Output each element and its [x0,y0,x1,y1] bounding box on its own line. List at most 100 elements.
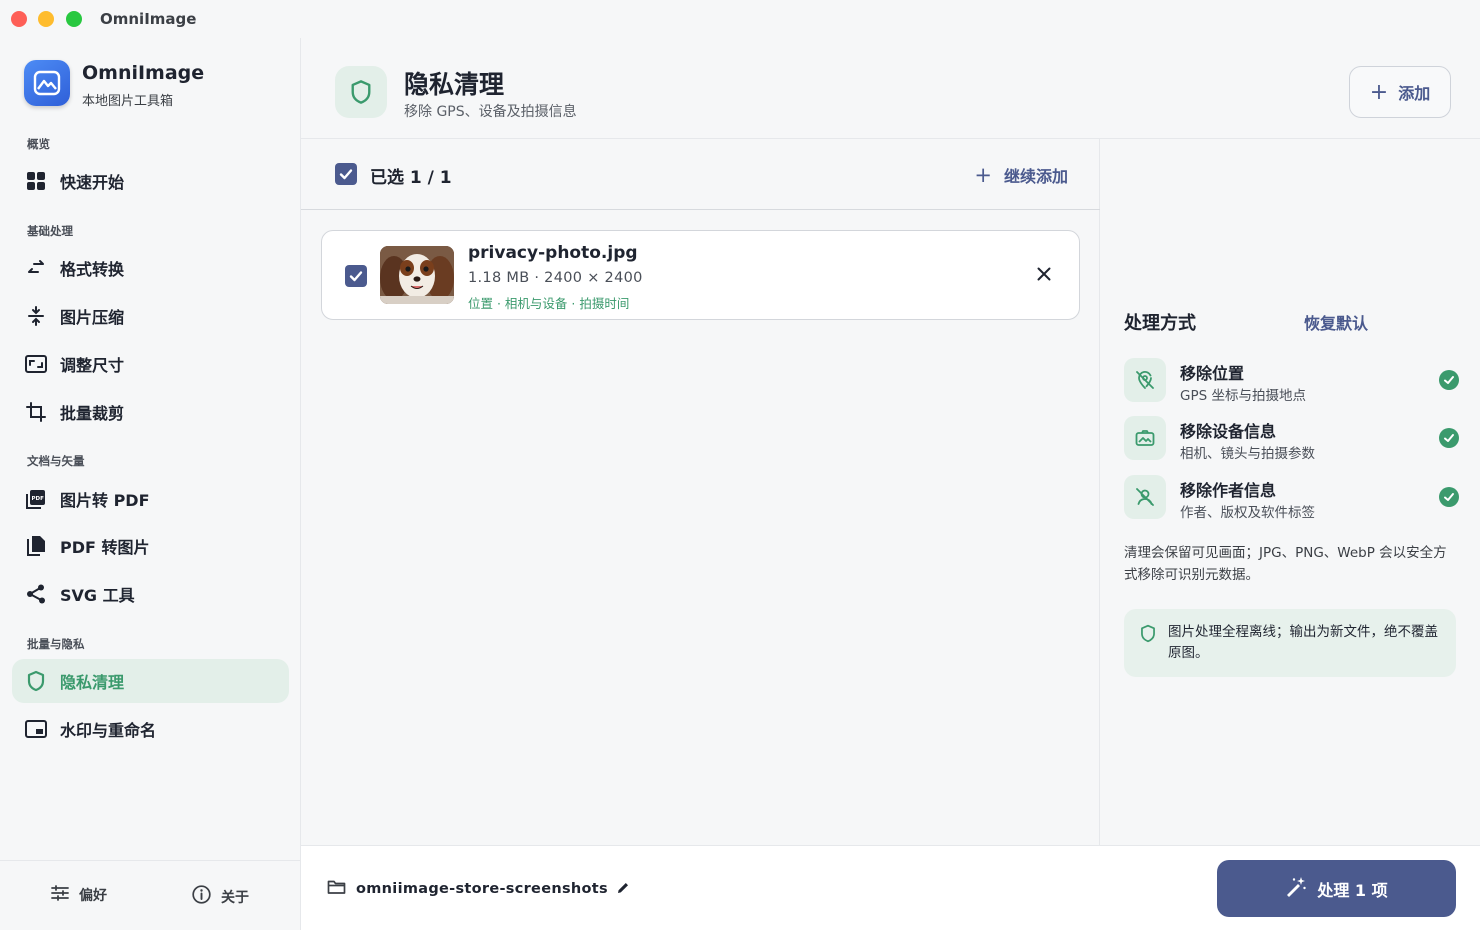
about-label: 关于 [221,889,249,906]
compress-icon [24,304,48,328]
panel-note: 清理会保留可见画面；JPG、PNG、WebP 会以安全方式移除可识别元数据。 [1124,545,1447,583]
option-title: 移除作者信息 [1180,481,1277,500]
file-metadata-tags: 位置 · 相机与设备 · 拍摄时间 [468,296,630,311]
option-description: 作者、版权及软件标签 [1180,505,1315,521]
option-description: 相机、镜头与拍摄参数 [1180,446,1315,462]
sliders-icon [51,885,69,905]
sidebar-item-label: 水印与重命名 [60,721,157,740]
sidebar-footer: 偏好 关于 [0,860,300,930]
add-button-label: 添加 [1398,84,1431,103]
sidebar-item-resize[interactable]: 调整尺寸 [12,342,289,386]
restore-default-button[interactable]: 恢复默认 [1304,310,1368,334]
shield-icon [335,66,387,118]
file-thumbnail [380,246,454,304]
crop-icon [24,400,48,424]
sidebar-item-label: PDF 转图片 [60,538,150,557]
check-circle-icon[interactable] [1439,428,1459,448]
offline-notice: 图片处理全程离线；输出为新文件，绝不覆盖原图。 [1124,609,1456,677]
shield-icon [1139,624,1157,647]
about-button[interactable]: 关于 [192,885,249,908]
check-circle-icon[interactable] [1439,487,1459,507]
option-remove-device[interactable]: 移除设备信息 相机、镜头与拍摄参数 [1124,416,1459,464]
output-folder-name: omniimage-store-screenshots [356,881,608,897]
check-circle-icon[interactable] [1439,370,1459,390]
sidebar-item-batch-crop[interactable]: 批量裁剪 [12,390,289,434]
option-remove-author[interactable]: 移除作者信息 作者、版权及软件标签 [1124,475,1459,523]
minimize-window-button[interactable] [38,11,54,27]
sidebar-item-pdf-to-image[interactable]: PDF 转图片 [12,524,289,568]
folder-icon [327,879,346,899]
share-icon [24,582,48,606]
file-list-area: 已选 1 / 1 + 继续添加 privacy-photo.jpg 1.18 M… [301,139,1100,845]
section-label-basic: 基础处理 [27,224,73,238]
section-label-batch-privacy: 批量与隐私 [27,637,85,651]
resize-icon [24,352,48,376]
list-toolbar: 已选 1 / 1 + 继续添加 [301,139,1100,210]
sidebar-item-label: 图片转 PDF [60,491,150,510]
camera-icon [1124,416,1166,460]
picture-in-picture-icon [24,717,48,741]
sidebar-item-image-to-pdf[interactable]: PDF 图片转 PDF [12,477,289,521]
sidebar-item-label: 图片压缩 [60,308,125,327]
plus-icon: + [1369,79,1389,105]
preferences-button[interactable]: 偏好 [51,885,107,905]
sidebar-item-compress[interactable]: 图片压缩 [12,294,289,338]
location-off-icon [1124,358,1166,402]
file-card[interactable]: privacy-photo.jpg 1.18 MB · 2400 × 2400 … [321,230,1080,320]
pencil-icon[interactable] [616,880,630,899]
option-description: GPS 坐标与拍摄地点 [1180,388,1306,404]
window-title: OmniImage [100,10,197,28]
close-icon [1037,267,1051,281]
plus-icon: + [974,163,992,187]
sidebar-item-label: 快速开始 [60,173,125,192]
process-button-label: 处理 1 项 [1317,880,1388,900]
page-subtitle: 移除 GPS、设备及拍摄信息 [404,104,577,120]
swap-icon [24,256,48,280]
file-name: privacy-photo.jpg [468,243,638,263]
person-off-icon [1124,475,1166,519]
sidebar-item-format-convert[interactable]: 格式转换 [12,246,289,290]
process-button[interactable]: 处理 1 项 [1217,860,1456,917]
option-title: 移除设备信息 [1180,422,1277,441]
options-panel: 处理方式 恢复默认 移除位置 GPS 坐标与拍摄地点 移除设备信息 相机、镜头与… [1100,139,1480,845]
app-name: OmniImage [82,62,205,84]
option-remove-location[interactable]: 移除位置 GPS 坐标与拍摄地点 [1124,358,1459,406]
info-icon [192,885,211,908]
file-meta: 1.18 MB · 2400 × 2400 [468,270,643,286]
magic-wand-icon [1285,876,1307,902]
sidebar-item-label: 调整尺寸 [60,356,125,375]
bottom-bar: omniimage-store-screenshots 处理 1 项 [301,845,1480,930]
title-bar: OmniImage [0,0,1480,38]
add-button[interactable]: + 添加 [1349,66,1451,118]
sidebar-item-label: 隐私清理 [60,673,125,692]
sidebar: OmniImage 本地图片工具箱 概览 快速开始 基础处理 格式转换 图片压缩 [0,38,301,930]
sidebar-item-svg-tools[interactable]: SVG 工具 [12,572,289,616]
preferences-label: 偏好 [79,888,107,904]
offline-notice-text: 图片处理全程离线；输出为新文件，绝不覆盖原图。 [1168,624,1438,661]
app-subtitle: 本地图片工具箱 [82,94,174,109]
close-window-button[interactable] [11,11,27,27]
sidebar-item-privacy-clean[interactable]: 隐私清理 [12,659,289,703]
section-label-overview: 概览 [27,137,50,151]
continue-add-button[interactable]: + 继续添加 [974,163,1068,187]
remove-file-button[interactable] [1031,261,1057,287]
svg-text:PDF: PDF [32,496,45,502]
option-title: 移除位置 [1180,364,1245,383]
page-header: 隐私清理 移除 GPS、设备及拍摄信息 + 添加 [301,38,1480,139]
sidebar-item-quick-start[interactable]: 快速开始 [12,159,289,203]
copy-icon [24,534,48,558]
file-checkbox[interactable] [345,265,367,287]
section-label-docs: 文档与矢量 [27,454,85,468]
select-all-checkbox[interactable] [335,163,357,185]
sidebar-item-label: 批量裁剪 [60,404,125,423]
zoom-window-button[interactable] [66,11,82,27]
grid-icon [24,169,48,193]
page-title: 隐私清理 [404,70,505,99]
sidebar-item-label: SVG 工具 [60,586,135,605]
shield-icon [24,669,48,693]
panel-heading: 处理方式 [1124,313,1196,334]
selected-count: 已选 1 / 1 [370,168,452,188]
output-folder[interactable]: omniimage-store-screenshots [327,879,630,899]
continue-add-label: 继续添加 [1003,167,1068,186]
sidebar-item-watermark-rename[interactable]: 水印与重命名 [12,707,289,751]
